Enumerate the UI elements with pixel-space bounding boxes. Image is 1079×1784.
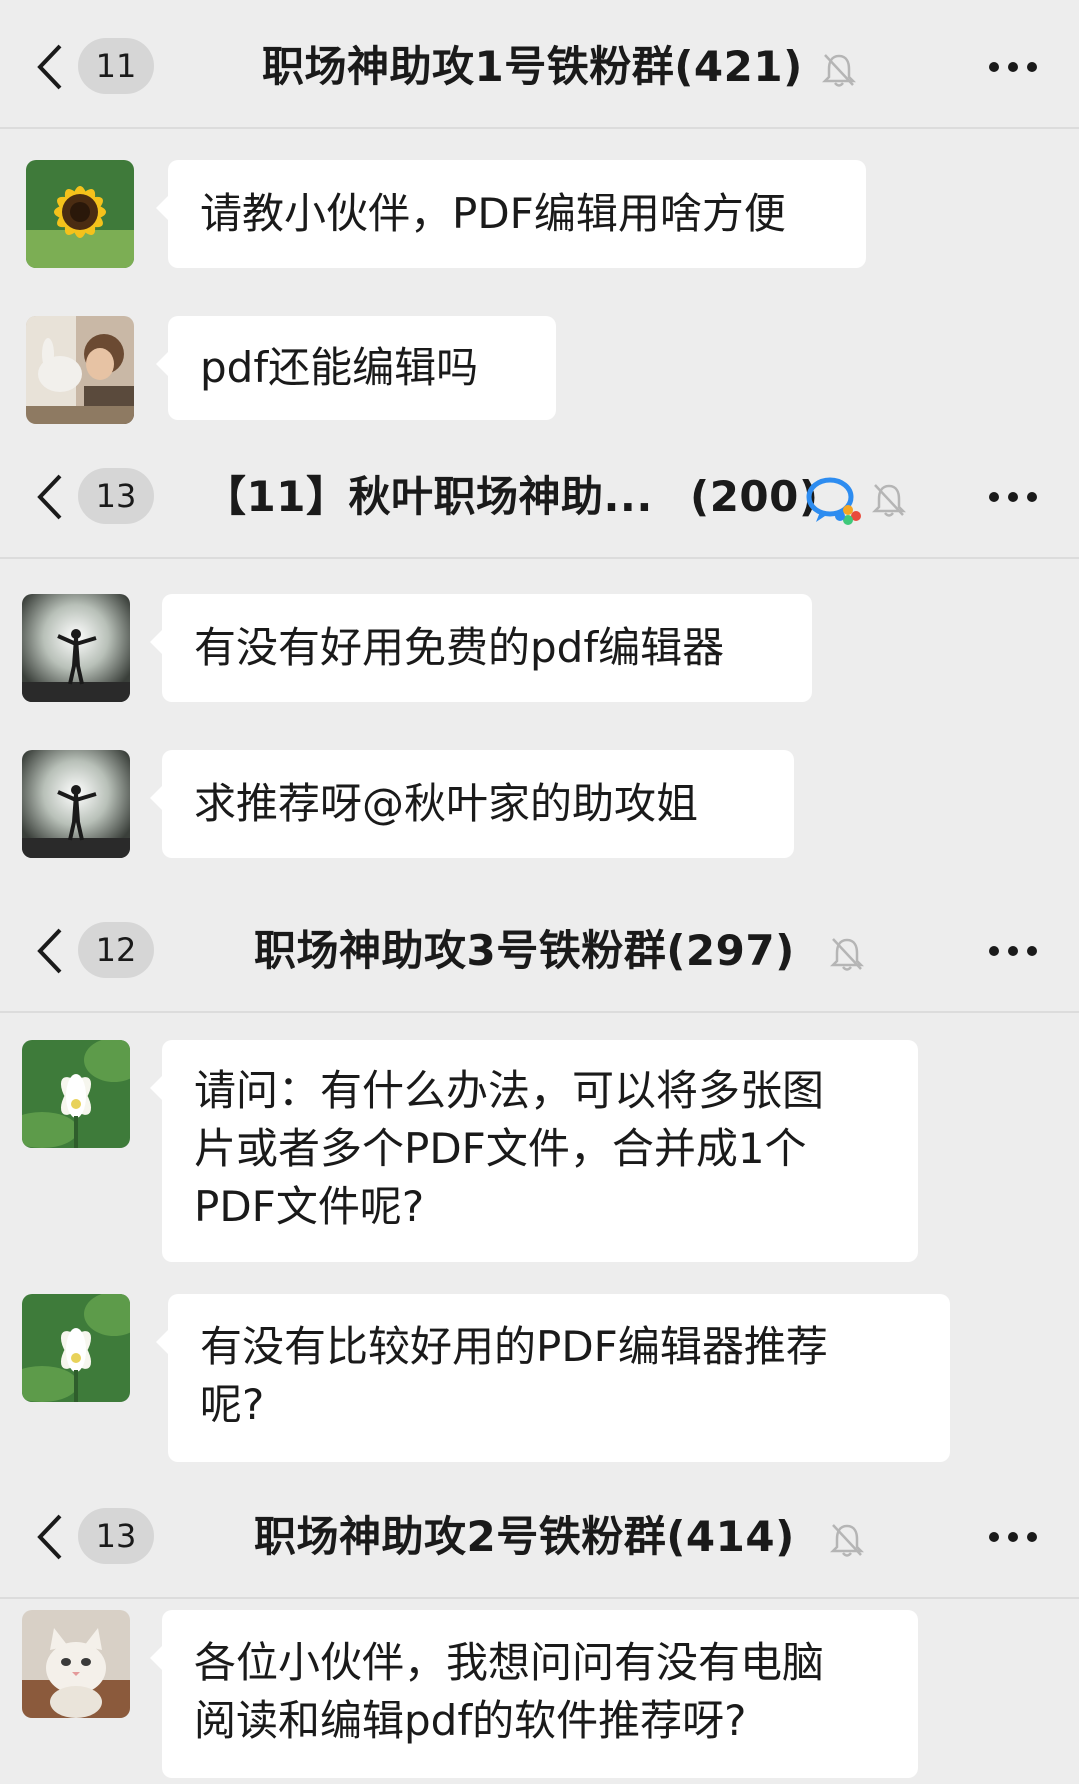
mute-bell-icon xyxy=(822,54,856,87)
message-bubble[interactable]: 有没有比较好用的PDF编辑器推荐 呢? xyxy=(156,1294,950,1462)
message-text: 片或者多个PDF文件，合并成1个 xyxy=(194,1124,807,1173)
chat-title[interactable]: 【11】秋叶职场神助... xyxy=(204,464,653,530)
message-bubble[interactable]: 各位小伙伴，我想问问有没有电脑 阅读和编辑pdf的软件推荐呀? xyxy=(150,1610,918,1778)
message-text: pdf还能编辑吗 xyxy=(200,343,479,392)
more-options-icon[interactable] xyxy=(989,62,1039,74)
wecom-icon xyxy=(806,477,861,525)
mute-bell-icon xyxy=(872,484,906,517)
message-bubble[interactable]: pdf还能编辑吗 xyxy=(156,316,556,420)
message-text: 有没有好用免费的pdf编辑器 xyxy=(194,623,725,672)
unread-badge: 13 xyxy=(78,1508,154,1564)
more-options-icon[interactable] xyxy=(989,492,1039,504)
back-arrow-icon[interactable] xyxy=(34,472,64,522)
girl-rabbit-avatar[interactable] xyxy=(26,316,134,424)
message-text: 求推荐呀@秋叶家的助攻姐 xyxy=(194,779,699,828)
message-text: 请教小伙伴，PDF编辑用啥方便 xyxy=(200,189,786,238)
message-bubble[interactable]: 请教小伙伴，PDF编辑用啥方便 xyxy=(156,160,866,268)
mute-bell-icon xyxy=(830,938,864,971)
message-text: 呢? xyxy=(200,1380,265,1429)
more-options-icon[interactable] xyxy=(989,946,1039,958)
more-options-icon[interactable] xyxy=(989,1532,1039,1544)
chat-title[interactable]: 职场神助攻3号铁粉群(297) xyxy=(254,918,795,984)
message-bubble[interactable]: 有没有好用免费的pdf编辑器 xyxy=(150,594,812,702)
chat-header: 12 职场神助攻3号铁粉群(297) xyxy=(0,890,1079,1013)
message-text: 有没有比较好用的PDF编辑器推荐 xyxy=(200,1322,828,1371)
silhouette-avatar[interactable] xyxy=(22,750,130,858)
unread-badge: 11 xyxy=(78,38,154,94)
chat-header: 13 职场神助攻2号铁粉群(414) xyxy=(0,1476,1079,1599)
message-bubble[interactable]: 求推荐呀@秋叶家的助攻姐 xyxy=(150,750,794,858)
message-text: 各位小伙伴，我想问问有没有电脑 xyxy=(194,1638,825,1687)
message-text: 请问：有什么办法，可以将多张图 xyxy=(194,1066,825,1115)
message-text: PDF文件呢? xyxy=(194,1182,425,1231)
chat-header: 13 【11】秋叶职场神助... (200) xyxy=(0,436,1079,559)
cat-avatar[interactable] xyxy=(22,1610,130,1718)
lotus-avatar[interactable] xyxy=(22,1294,130,1402)
back-arrow-icon[interactable] xyxy=(34,926,64,976)
chat-header: 11 职场神助攻1号铁粉群(421) xyxy=(0,6,1079,129)
unread-badge: 12 xyxy=(78,922,154,978)
lotus-avatar[interactable] xyxy=(22,1040,130,1148)
message-bubble[interactable]: 请问：有什么办法，可以将多张图 片或者多个PDF文件，合并成1个 PDF文件呢? xyxy=(150,1040,918,1262)
silhouette-avatar[interactable] xyxy=(22,594,130,702)
sunflower-avatar[interactable] xyxy=(26,160,134,268)
chat-title[interactable]: 职场神助攻2号铁粉群(414) xyxy=(254,1504,795,1570)
member-count: (200) xyxy=(690,472,819,521)
mute-bell-icon xyxy=(830,1524,864,1557)
back-arrow-icon[interactable] xyxy=(34,42,64,92)
back-arrow-icon[interactable] xyxy=(34,1512,64,1562)
unread-badge: 13 xyxy=(78,468,154,524)
chat-title[interactable]: 职场神助攻1号铁粉群(421) xyxy=(262,34,803,100)
message-text: 阅读和编辑pdf的软件推荐呀? xyxy=(194,1696,747,1745)
